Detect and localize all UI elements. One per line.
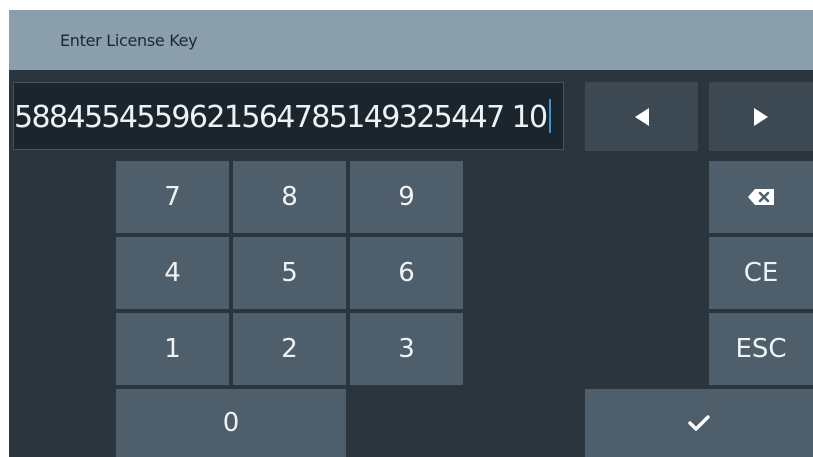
cursor-right-button[interactable]: [709, 82, 813, 151]
checkmark-icon: [688, 414, 710, 432]
text-caret: [548, 99, 551, 133]
enter-button[interactable]: [585, 389, 813, 457]
key-7[interactable]: 7: [116, 161, 229, 233]
key-2[interactable]: 2: [233, 313, 346, 385]
dialog-title-bar: Enter License Key: [9, 10, 813, 70]
key-9[interactable]: 9: [350, 161, 463, 233]
key-5[interactable]: 5: [233, 237, 346, 309]
license-key-value: 5884554559621564785149325447 10: [14, 100, 548, 135]
clear-entry-button[interactable]: CE: [709, 237, 813, 309]
left-arrow-icon: [634, 107, 649, 126]
key-3[interactable]: 3: [350, 313, 463, 385]
escape-button[interactable]: ESC: [709, 313, 813, 385]
backspace-button[interactable]: [709, 161, 813, 233]
license-key-input[interactable]: 5884554559621564785149325447 10: [13, 82, 564, 150]
key-1[interactable]: 1: [116, 313, 229, 385]
backspace-icon: [748, 189, 774, 205]
right-arrow-icon: [754, 107, 768, 126]
license-key-dialog: Enter License Key 5884554559621564785149…: [9, 10, 813, 457]
key-4[interactable]: 4: [116, 237, 229, 309]
license-key-value-wrapper: 5884554559621564785149325447 10: [14, 99, 551, 135]
key-6[interactable]: 6: [350, 237, 463, 309]
cursor-left-button[interactable]: [585, 82, 698, 151]
key-0[interactable]: 0: [116, 389, 346, 457]
key-8[interactable]: 8: [233, 161, 346, 233]
dialog-title: Enter License Key: [60, 31, 198, 50]
